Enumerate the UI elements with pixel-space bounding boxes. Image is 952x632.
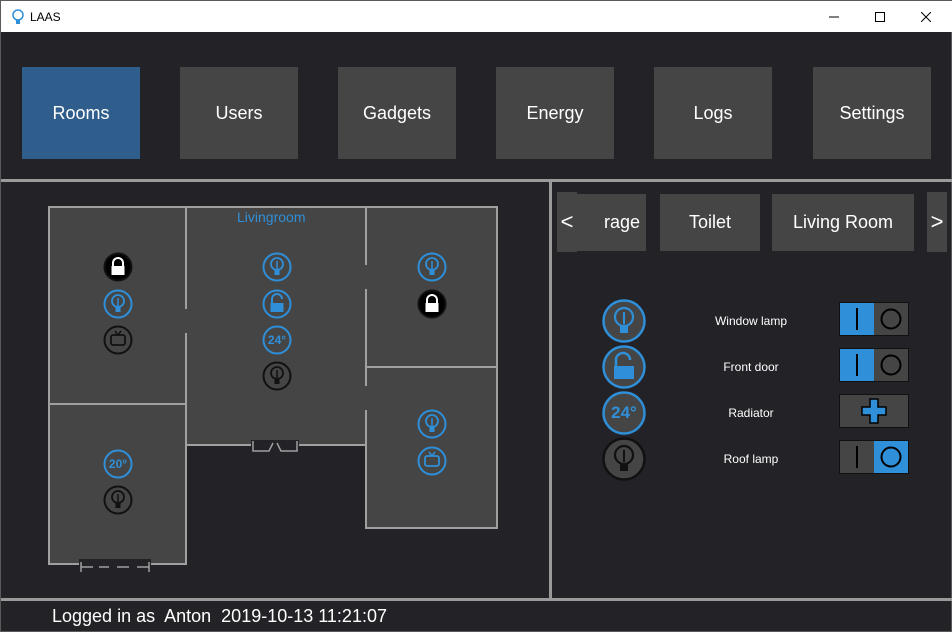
nav-logs-button[interactable]: Logs <box>654 67 772 159</box>
entrance-door <box>251 440 299 452</box>
status-user: Anton <box>164 606 212 626</box>
device-row-window-lamp: Window lamp <box>601 298 921 344</box>
temperature-icon[interactable]: 20° <box>103 449 133 479</box>
roof-lamp-toggle[interactable] <box>839 440 909 474</box>
main-nav: Rooms Users Gadgets Energy Logs Settings <box>1 32 952 179</box>
device-label: Window lamp <box>714 314 788 328</box>
status-prefix: Logged in as <box>52 606 156 626</box>
divider <box>549 182 552 598</box>
app-window: LAAS Rooms Users Gadgets Energy Logs Set… <box>0 0 952 632</box>
device-row-radiator: 24° Radiator <box>601 390 921 436</box>
nav-gadgets-button[interactable]: Gadgets <box>338 67 456 159</box>
lamp-icon <box>602 299 646 343</box>
nav-settings-button[interactable]: Settings <box>813 67 931 159</box>
door-gap <box>179 309 195 333</box>
room-tab-living-room[interactable]: Living Room <box>772 194 914 251</box>
device-label: Radiator <box>728 406 774 420</box>
close-button[interactable] <box>903 1 949 32</box>
unlock-icon <box>602 345 646 389</box>
door-gap <box>359 386 373 410</box>
status-timestamp: 2019-10-13 11:21:07 <box>221 606 387 626</box>
maximize-button[interactable] <box>857 1 903 32</box>
lamp-icon <box>602 437 646 481</box>
room-bottomleft[interactable] <box>48 403 187 565</box>
nav-energy-button[interactable]: Energy <box>496 67 614 159</box>
plus-icon <box>861 398 887 424</box>
nav-rooms-button[interactable]: Rooms <box>22 67 140 159</box>
lamp-icon[interactable] <box>262 361 292 391</box>
unlock-icon[interactable] <box>262 289 292 319</box>
device-row-front-door: Front door <box>601 344 921 390</box>
divider <box>1 179 952 182</box>
lamp-icon[interactable] <box>103 485 133 515</box>
device-row-roof-lamp: Roof lamp <box>601 436 921 482</box>
window-title: LAAS <box>30 9 61 24</box>
tv-icon[interactable] <box>417 446 447 476</box>
front-door-toggle[interactable] <box>839 348 909 382</box>
lamp-icon[interactable] <box>417 252 447 282</box>
radiator-increase-button[interactable] <box>839 394 909 428</box>
tv-icon[interactable] <box>103 325 133 355</box>
title-bar: LAAS <box>1 1 952 32</box>
room-label: Livingroom <box>237 209 306 225</box>
device-label: Front door <box>723 360 779 374</box>
room-topright[interactable] <box>365 206 498 368</box>
next-room-button[interactable]: > <box>927 192 947 252</box>
divider <box>1 598 952 601</box>
device-label: Roof lamp <box>723 452 779 466</box>
lamp-icon[interactable] <box>262 252 292 282</box>
door-gap <box>359 265 373 289</box>
lock-icon[interactable] <box>417 289 447 319</box>
lamp-icon[interactable] <box>417 409 447 439</box>
room-tab-garage[interactable]: rage <box>573 194 646 251</box>
temperature-icon: 24° <box>601 390 647 436</box>
lamp-icon[interactable] <box>103 289 133 319</box>
temperature-icon[interactable]: 24° <box>262 325 292 355</box>
minimize-button[interactable] <box>811 1 857 32</box>
window-lamp-toggle[interactable] <box>839 302 909 336</box>
prev-room-button[interactable]: < <box>557 192 577 252</box>
status-bar: Logged in as Anton 2019-10-13 11:21:07 <box>52 606 387 627</box>
nav-users-button[interactable]: Users <box>180 67 298 159</box>
lock-icon[interactable] <box>103 252 133 282</box>
room-tab-toilet[interactable]: Toilet <box>660 194 760 251</box>
bottom-door <box>79 559 151 572</box>
lamp-icon <box>10 8 26 25</box>
